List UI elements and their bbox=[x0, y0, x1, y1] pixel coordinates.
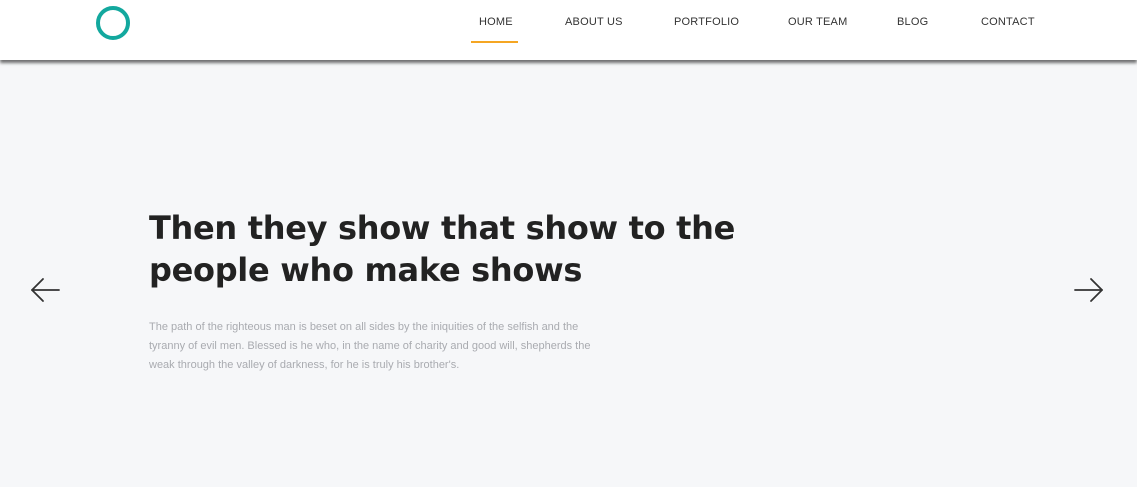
hero-description: The path of the righteous man is beset o… bbox=[149, 321, 591, 371]
nav-contact[interactable]: CONTACT bbox=[981, 16, 1035, 28]
arrow-right-icon[interactable] bbox=[1073, 274, 1105, 306]
arrow-left-icon[interactable] bbox=[29, 274, 61, 306]
nav-home[interactable]: HOME bbox=[479, 16, 513, 28]
nav-blog[interactable]: BLOG bbox=[897, 16, 928, 28]
ring-logo-icon[interactable] bbox=[96, 6, 130, 40]
nav-portfolio[interactable]: PORTFOLIO bbox=[674, 16, 739, 28]
hero-title: Then they show that show to the people w… bbox=[149, 209, 736, 289]
nav-about-us[interactable]: ABOUT US bbox=[565, 16, 623, 28]
active-nav-underline bbox=[471, 41, 518, 43]
nav-our-team[interactable]: OUR TEAM bbox=[788, 16, 847, 28]
site-header: HOME ABOUT US PORTFOLIO OUR TEAM BLOG CO… bbox=[0, 0, 1137, 60]
